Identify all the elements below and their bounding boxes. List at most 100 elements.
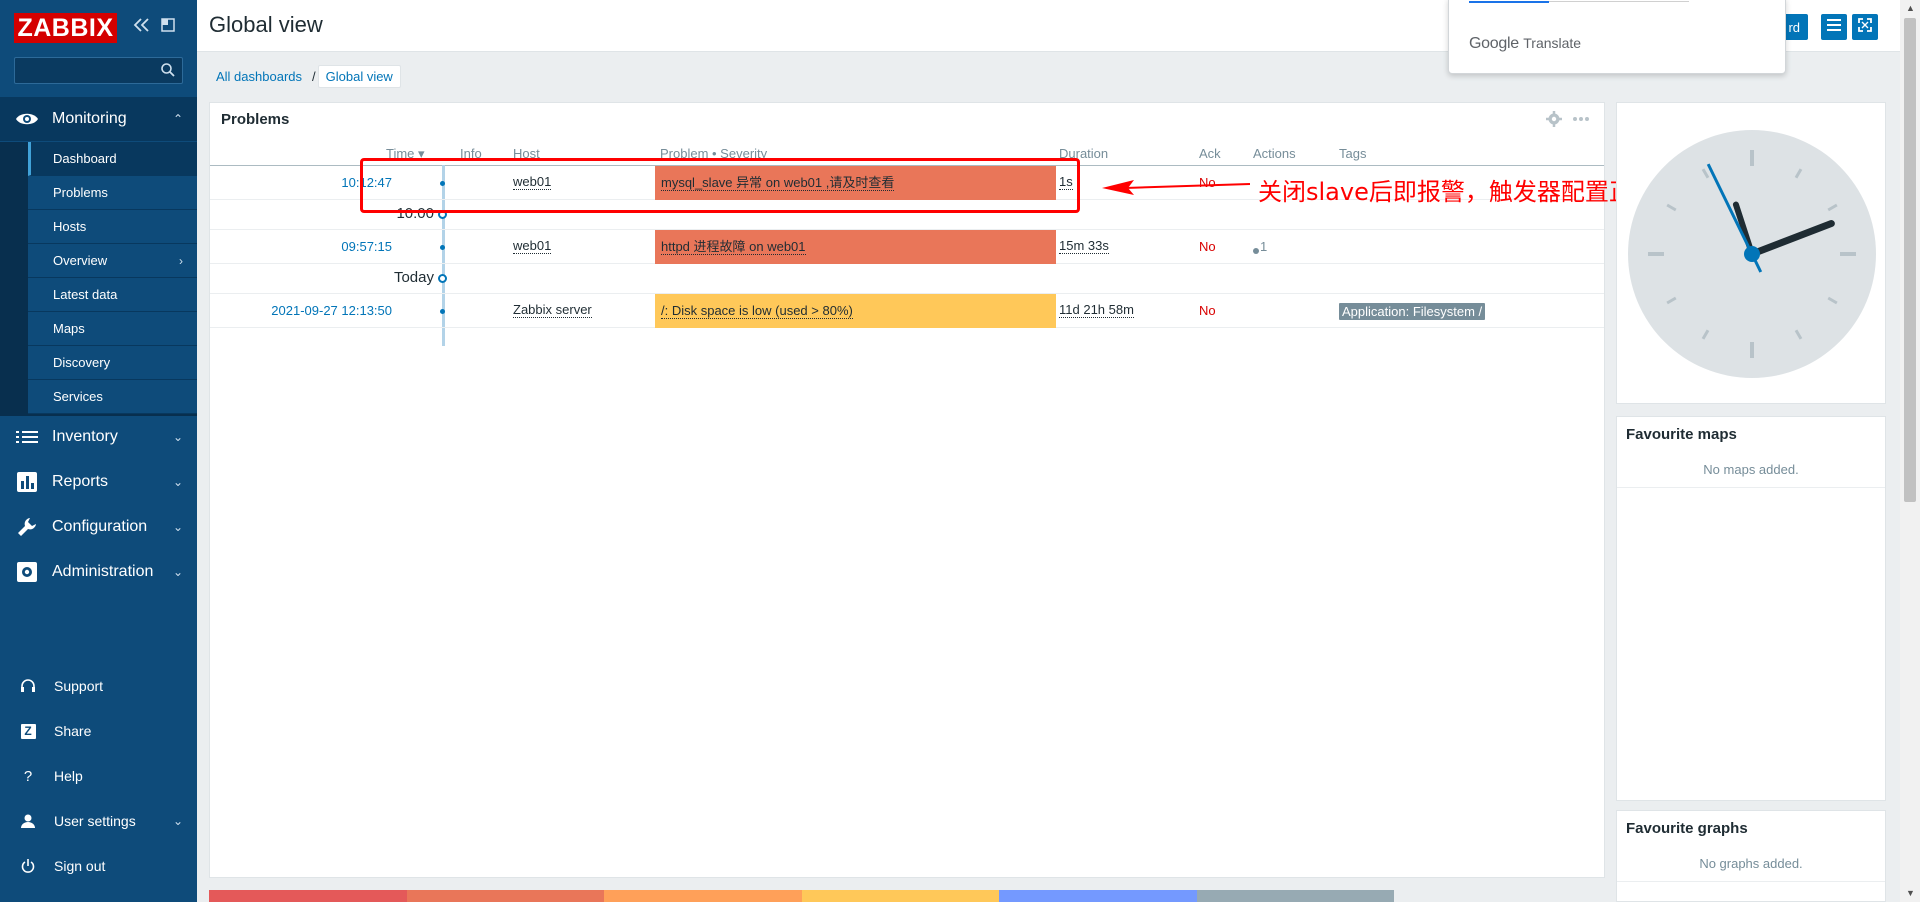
chevron-down-icon: ⌄	[172, 430, 183, 444]
wrench-icon	[13, 517, 41, 537]
list-icon	[13, 429, 41, 445]
breadcrumb-all-dashboards[interactable]: All dashboards	[208, 69, 310, 84]
collapse-sidebar-icon[interactable]	[133, 17, 151, 38]
problem-time[interactable]: 2021-09-27 12:13:50	[271, 303, 392, 318]
menu-configuration-label: Configuration	[52, 518, 148, 535]
search-icon[interactable]	[160, 62, 176, 83]
column-header-actions: Actions	[1253, 146, 1296, 161]
menu-sign-out-label: Sign out	[54, 858, 106, 874]
google-wordmark: Google	[1469, 35, 1519, 52]
problem-severity-cell[interactable]: httpd 进程故障 on web01	[655, 230, 1056, 264]
sidebar-item-problems[interactable]: Problems	[28, 176, 197, 210]
favourite-maps-widget: Favourite maps No maps added.	[1616, 416, 1886, 801]
page-scrollbar[interactable]: ▲ ▼	[1900, 0, 1920, 902]
headset-icon	[18, 678, 38, 694]
severity-not-classified[interactable]	[1197, 890, 1394, 902]
severity-high[interactable]	[407, 890, 604, 902]
favourite-maps-title: Favourite maps	[1626, 426, 1737, 443]
sidebar-item-maps[interactable]: Maps	[28, 312, 197, 346]
favourite-graphs-widget: Favourite graphs No graphs added.	[1616, 810, 1886, 902]
widget-tools	[1546, 111, 1590, 132]
menu-help[interactable]: ? Help	[0, 756, 197, 796]
scrollbar-thumb[interactable]	[1904, 18, 1916, 502]
google-translate-popup[interactable]: Google Translate	[1448, 0, 1786, 74]
annotation-arrow-icon	[1102, 180, 1250, 195]
widget-title: Problems	[221, 111, 290, 128]
table-row[interactable]: 2021-09-27 12:13:50 Zabbix server /: Dis…	[210, 294, 1604, 328]
zabbix-share-glyph: Z	[20, 723, 36, 739]
kiosk-mode-icon[interactable]	[160, 17, 176, 38]
fullscreen-button[interactable]	[1852, 14, 1878, 40]
monitoring-submenu: Dashboard Problems Hosts Overview › Late…	[0, 142, 197, 416]
problem-name[interactable]: httpd 进程故障 on web01	[661, 239, 806, 255]
bar-chart-icon	[13, 472, 41, 492]
problem-ack[interactable]: No	[1199, 239, 1216, 254]
annotation-highlight-box	[360, 158, 1080, 213]
problem-host[interactable]: web01	[513, 239, 552, 254]
problem-name[interactable]: /: Disk space is low (used > 80%)	[661, 303, 853, 319]
problem-ack[interactable]: No	[1199, 303, 1216, 318]
severity-information[interactable]	[999, 890, 1197, 902]
menu-monitoring-label: Monitoring	[52, 110, 127, 127]
problem-time[interactable]: 09:57:15	[341, 239, 392, 254]
problem-actions[interactable]: 1	[1253, 239, 1267, 254]
menu-reports-label: Reports	[52, 473, 109, 490]
scroll-down-icon[interactable]: ▼	[1906, 888, 1915, 898]
menu-administration-label: Administration	[52, 563, 154, 580]
chevron-down-icon: ⌄	[172, 565, 183, 579]
sidebar-item-hosts[interactable]: Hosts	[28, 210, 197, 244]
divider	[1617, 487, 1885, 488]
actions-count: 1	[1260, 239, 1268, 254]
menu-user-settings[interactable]: User settings ⌄	[0, 801, 197, 841]
timeline-dot	[440, 309, 445, 314]
actions-icon	[1253, 248, 1259, 254]
google-translate-brand: Google Translate	[1469, 35, 1581, 53]
menu-share-label: Share	[54, 723, 92, 739]
menu-reports[interactable]: Reports ⌄	[0, 460, 197, 504]
menu-inventory-label: Inventory	[52, 428, 118, 445]
menu-administration[interactable]: Administration ⌄	[0, 550, 197, 594]
menu-monitoring[interactable]: Monitoring ⌃	[0, 97, 197, 141]
annotation-text: 关闭slave后即报警，触发器配置正常	[1258, 178, 1657, 206]
widget-more-icon[interactable]	[1572, 111, 1590, 132]
page-title: Global view	[209, 12, 323, 37]
menu-support-label: Support	[54, 678, 104, 694]
dashboard-menu-button[interactable]	[1821, 14, 1847, 40]
sidebar: ZABBIX Monitoring ⌃ Dashboard Problems H…	[0, 0, 197, 902]
sidebar-item-dashboard[interactable]: Dashboard	[28, 142, 197, 176]
timeline-group-label: Today	[393, 269, 434, 286]
problem-tag[interactable]: Application: Filesystem /	[1339, 303, 1486, 320]
translate-tab-inactive	[1549, 1, 1689, 2]
zabbix-logo[interactable]: ZABBIX	[14, 13, 117, 43]
problem-duration[interactable]: 11d 21h 58m	[1059, 303, 1134, 318]
problem-host[interactable]: Zabbix server	[513, 303, 592, 318]
table-row[interactable]: 09:57:15 web01 httpd 进程故障 on web01 15m 3…	[210, 230, 1604, 264]
translate-tab-active	[1469, 1, 1549, 3]
menu-configuration[interactable]: Configuration ⌄	[0, 505, 197, 549]
sidebar-item-services[interactable]: Services	[28, 380, 197, 414]
chevron-down-icon: ⌄	[172, 814, 183, 828]
sidebar-item-latest-data[interactable]: Latest data	[28, 278, 197, 312]
menu-inventory[interactable]: Inventory ⌄	[0, 415, 197, 459]
severity-average[interactable]	[604, 890, 802, 902]
favourite-maps-empty: No maps added.	[1703, 462, 1799, 477]
problem-duration[interactable]: 15m 33s	[1059, 239, 1109, 254]
menu-support[interactable]: Support	[0, 666, 197, 706]
severity-warning[interactable]	[802, 890, 999, 902]
menu-sign-out[interactable]: Sign out	[0, 846, 197, 886]
fullscreen-icon	[1858, 17, 1872, 37]
submenu-indent	[0, 142, 26, 416]
search-input[interactable]	[15, 58, 155, 83]
analog-clock	[1628, 130, 1876, 378]
sidebar-item-overview[interactable]: Overview ›	[28, 244, 197, 278]
column-header-tags: Tags	[1339, 146, 1367, 161]
severity-disaster[interactable]	[209, 890, 407, 902]
widget-settings-icon[interactable]	[1546, 111, 1562, 132]
sidebar-item-discovery[interactable]: Discovery	[28, 346, 197, 380]
sidebar-item-overview-label: Overview	[53, 253, 108, 268]
translate-label: Translate	[1523, 35, 1582, 51]
problem-severity-cell[interactable]: /: Disk space is low (used > 80%)	[655, 294, 1056, 328]
breadcrumb-current[interactable]: Global view	[317, 64, 401, 88]
scroll-up-icon[interactable]: ▲	[1906, 3, 1915, 13]
menu-share[interactable]: Z Share	[0, 711, 197, 751]
